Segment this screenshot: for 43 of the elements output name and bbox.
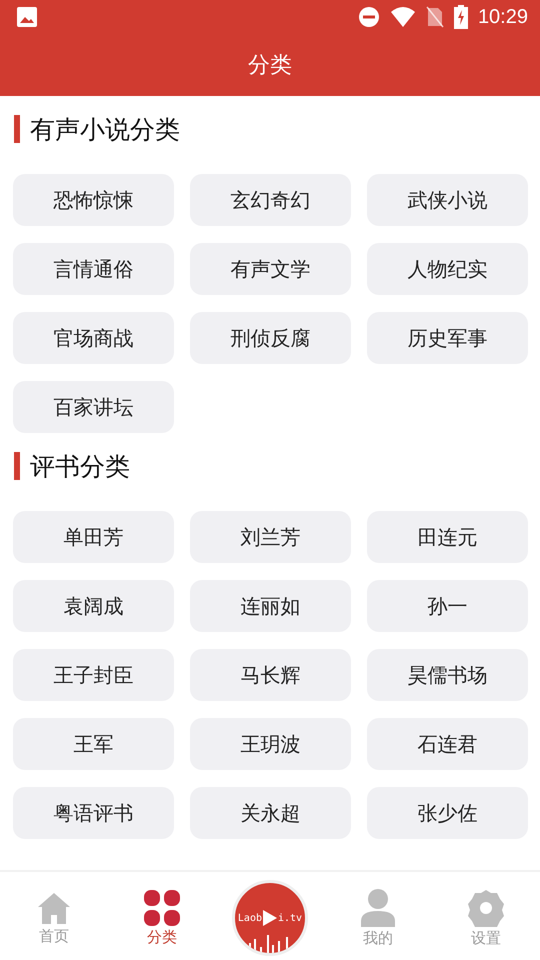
do-not-disturb-icon	[358, 6, 380, 28]
page-title: 分类	[248, 52, 292, 80]
category-button[interactable]: 王子封臣	[13, 649, 174, 701]
category-button[interactable]: 王玥波	[190, 718, 351, 770]
no-sim-icon	[426, 6, 444, 28]
home-icon	[37, 890, 71, 924]
category-button[interactable]: 刘兰芳	[190, 511, 351, 563]
grid-icon	[144, 890, 180, 926]
category-button[interactable]: 关永超	[190, 787, 351, 839]
category-button[interactable]: 玄幻奇幻	[190, 174, 351, 226]
nav-tab[interactable]: 分类	[147, 928, 177, 946]
category-button[interactable]: 昊儒书场	[367, 649, 528, 701]
battery-charging-icon	[454, 5, 468, 29]
category-button[interactable]: 粤语评书	[13, 787, 174, 839]
image-icon	[16, 6, 38, 28]
category-button[interactable]: 张少佐	[367, 787, 528, 839]
category-button[interactable]: 刑侦反腐	[190, 312, 351, 364]
category-button[interactable]: 恐怖惊悚	[13, 174, 174, 226]
section-title: 评书分类	[30, 450, 130, 482]
app-logo-button[interactable]: Laob i.tv	[232, 880, 308, 956]
play-icon	[263, 910, 277, 926]
category-button[interactable]: 单田芳	[13, 511, 174, 563]
wifi-icon	[390, 6, 416, 28]
settings-icon	[467, 888, 505, 926]
category-button[interactable]: 人物纪实	[367, 243, 528, 295]
category-button[interactable]: 言情通俗	[13, 243, 174, 295]
category-button[interactable]: 袁阔成	[13, 580, 174, 632]
section-title: 有声小说分类	[30, 114, 180, 146]
category-button[interactable]: 武侠小说	[367, 174, 528, 226]
status-time: 10:29	[478, 6, 528, 28]
category-button[interactable]: 石连君	[367, 718, 528, 770]
category-button[interactable]: 马长辉	[190, 649, 351, 701]
category-button[interactable]: 田连元	[367, 511, 528, 563]
section-marker	[14, 115, 20, 143]
category-button[interactable]: 孙一	[367, 580, 528, 632]
category-button[interactable]: 历史军事	[367, 312, 528, 364]
category-button[interactable]: 王军	[13, 718, 174, 770]
category-button[interactable]: 有声文学	[190, 243, 351, 295]
section-marker	[14, 452, 20, 480]
category-button[interactable]: 百家讲坛	[13, 381, 174, 433]
person-icon	[361, 888, 395, 926]
category-button[interactable]: 连丽如	[190, 580, 351, 632]
category-button[interactable]: 官场商战	[13, 312, 174, 364]
